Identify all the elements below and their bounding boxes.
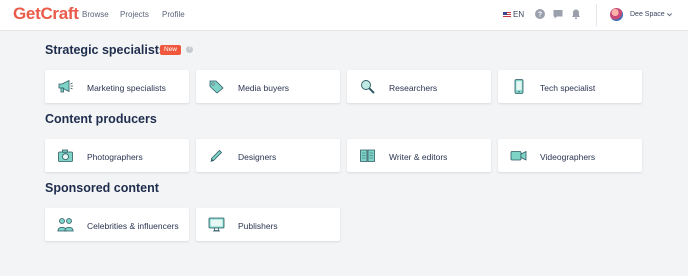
card-media-buyers[interactable]: Media buyers <box>196 70 340 103</box>
language-selector[interactable]: EN <box>503 10 524 19</box>
card-label: Researchers <box>389 83 438 93</box>
section-help-icon[interactable]: ? <box>186 46 193 53</box>
card-researchers[interactable]: Researchers <box>347 70 491 103</box>
card-writer-editors[interactable]: Writer & editors <box>347 139 491 172</box>
card-marketing-specialists[interactable]: Marketing specialists <box>45 70 189 103</box>
card-label: Media buyers <box>238 83 290 93</box>
video-camera-icon <box>510 150 527 161</box>
nav-browse[interactable]: Browse <box>82 10 109 19</box>
book-icon <box>360 149 375 162</box>
section-title-content-producers: Content producers <box>45 112 157 126</box>
svg-text:?: ? <box>538 12 542 19</box>
user-name[interactable]: Dee Space <box>630 11 665 18</box>
magnifier-icon <box>361 80 375 94</box>
card-label: Photographers <box>87 152 143 162</box>
chat-icon[interactable] <box>552 8 564 20</box>
people-icon <box>57 218 74 232</box>
card-videographers[interactable]: Videographers <box>498 139 642 172</box>
header-divider <box>596 4 597 26</box>
tag-icon <box>209 80 224 94</box>
pen-icon <box>210 149 223 162</box>
camera-icon <box>58 149 73 162</box>
nav-profile[interactable]: Profile <box>162 10 185 19</box>
card-label: Videographers <box>540 152 596 162</box>
new-badge: New <box>160 45 182 55</box>
monitor-icon <box>208 217 225 232</box>
bell-icon[interactable] <box>570 8 582 20</box>
card-tech-specialist[interactable]: Tech specialist <box>498 70 642 103</box>
megaphone-icon <box>58 79 73 93</box>
us-flag-icon <box>503 11 511 18</box>
card-label: Marketing specialists <box>87 83 166 93</box>
top-bar: GetCraft Browse Projects Profile EN ? De… <box>0 0 688 31</box>
card-designers[interactable]: Designers <box>196 139 340 172</box>
section-title-strategic-specialists: Strategic specialists <box>45 43 166 57</box>
card-label: Writer & editors <box>389 152 448 162</box>
card-photographers[interactable]: Photographers <box>45 139 189 172</box>
chevron-down-icon[interactable] <box>666 11 673 18</box>
card-label: Celebrities & influencers <box>87 221 179 231</box>
card-publishers[interactable]: Publishers <box>196 208 340 241</box>
section-title-sponsored-content: Sponsored content <box>45 181 159 195</box>
card-label: Publishers <box>238 221 278 231</box>
card-celebrities-influencers[interactable]: Celebrities & influencers <box>45 208 189 241</box>
phone-icon <box>514 79 524 94</box>
language-label: EN <box>513 10 525 19</box>
help-icon[interactable]: ? <box>534 8 546 20</box>
avatar[interactable] <box>610 8 623 21</box>
nav-projects[interactable]: Projects <box>120 10 149 19</box>
card-label: Designers <box>238 152 277 162</box>
getcraft-logo[interactable]: GetCraft <box>13 4 79 24</box>
card-label: Tech specialist <box>540 83 596 93</box>
